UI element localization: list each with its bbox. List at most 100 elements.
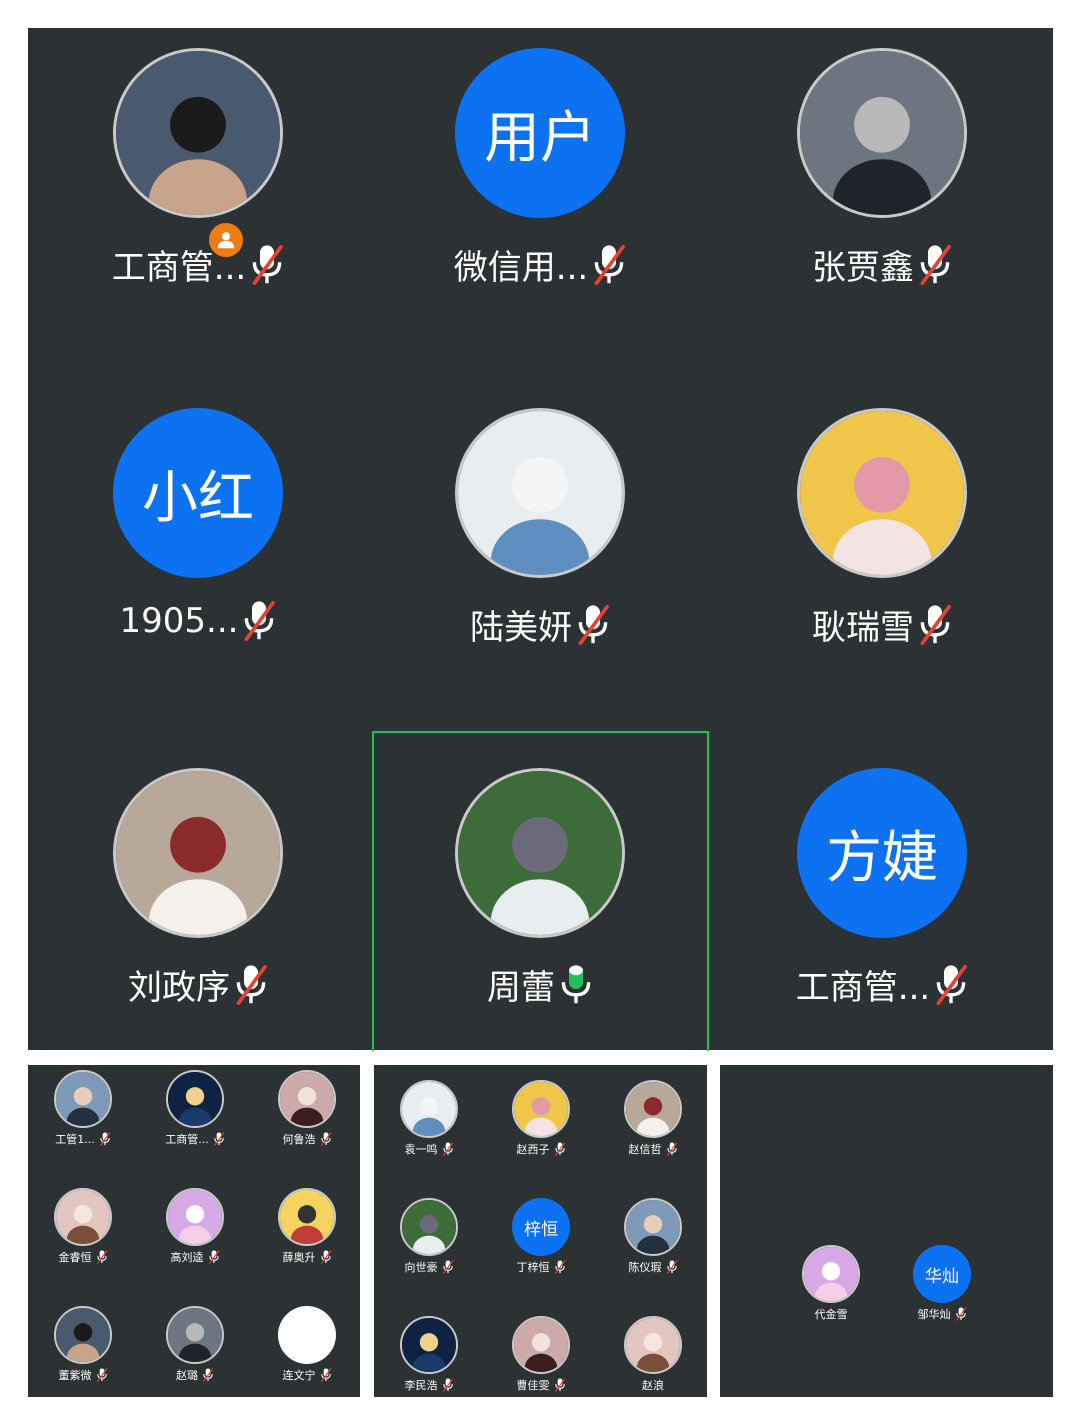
participant-tile[interactable]: 何鲁浩: [252, 1065, 362, 1183]
mic-muted-icon: [554, 1142, 566, 1156]
participant-name-row: 李民浩: [374, 1377, 484, 1393]
mic-muted-icon: [442, 1142, 454, 1156]
participant-tile[interactable]: 刘政序: [28, 748, 368, 1108]
text-avatar: 方婕: [797, 768, 967, 938]
mic-muted-icon: [202, 1368, 214, 1382]
participant-name-row: 何鲁浩: [252, 1131, 362, 1147]
participant-name-row: 赵西子: [486, 1141, 596, 1157]
participant-name: 何鲁浩: [282, 1133, 316, 1146]
participant-name: 代金雪: [814, 1308, 848, 1321]
photo-avatar: [113, 48, 283, 218]
participant-name: 董紫微: [58, 1369, 92, 1382]
participant-name: 邹华灿: [917, 1308, 951, 1321]
photo-avatar: [166, 1188, 224, 1246]
participant-name-row: 代金雪: [776, 1306, 886, 1322]
participant-tile[interactable]: 薛奥升: [252, 1183, 362, 1301]
participant-tile[interactable]: 赵信哲: [598, 1075, 708, 1193]
participant-name-row: 工商管...: [28, 240, 368, 289]
participant-name: 赵西子: [516, 1143, 550, 1156]
photo-avatar: [624, 1316, 682, 1374]
participant-name-row: 高刘逵: [140, 1249, 250, 1265]
participant-tile[interactable]: 小红 1905...: [28, 388, 368, 748]
photo-avatar: [400, 1198, 458, 1256]
participant-tile[interactable]: 董紫微: [28, 1301, 138, 1419]
participant-tile[interactable]: 方婕 工商管...: [712, 748, 1052, 1108]
participant-name-row: 赵璐: [140, 1367, 250, 1383]
participant-name: 向世豪: [404, 1261, 438, 1274]
participant-tile[interactable]: 用户 微信用...: [370, 28, 710, 388]
mic-muted-icon: [554, 1378, 566, 1392]
participant-tile[interactable]: 袁一鸣: [374, 1075, 484, 1193]
mic-muted-icon: [213, 1132, 225, 1146]
mic-muted-icon: [96, 1368, 108, 1382]
participant-name: 工商管...: [111, 248, 247, 288]
participant-name-row: 邹华灿: [887, 1306, 997, 1322]
participant-name: 李民浩: [404, 1379, 438, 1392]
participant-name-row: 董紫微: [28, 1367, 138, 1383]
mic-muted-icon: [592, 244, 626, 286]
photo-avatar: [54, 1306, 112, 1364]
participant-tile[interactable]: 工商管...: [140, 1065, 250, 1183]
participant-name-row: 陈仪瑕: [598, 1259, 708, 1275]
participant-tile[interactable]: 工商管...: [28, 28, 368, 388]
photo-avatar: [278, 1070, 336, 1128]
participant-tile[interactable]: 梓恒 丁梓恒: [486, 1193, 596, 1311]
participant-tile[interactable]: 张贾鑫: [712, 28, 1052, 388]
participant-name-row: 耿瑞雪: [712, 600, 1052, 649]
photo-avatar: [512, 1080, 570, 1138]
text-avatar: 华灿: [913, 1245, 971, 1303]
participant-name: 刘政序: [128, 968, 230, 1008]
participant-tile[interactable]: 耿瑞雪: [712, 388, 1052, 748]
participant-name: 工管1...: [55, 1133, 95, 1146]
participant-tile[interactable]: 代金雪: [776, 1240, 886, 1358]
blank-avatar: [278, 1306, 336, 1364]
mic-muted-icon: [96, 1250, 108, 1264]
mic-muted-icon: [442, 1260, 454, 1274]
photo-avatar: [166, 1306, 224, 1364]
participant-name: 赵璐: [176, 1369, 198, 1382]
mic-muted-icon: [234, 964, 268, 1006]
participant-name-row: 连文宁: [252, 1367, 362, 1383]
photo-avatar: [54, 1070, 112, 1128]
participant-tile[interactable]: 赵浪: [598, 1311, 708, 1424]
participant-tile[interactable]: 工管1...: [28, 1065, 138, 1183]
participant-page-1: 工管1... 工商管... 何鲁浩金睿恒 高刘逵 薛奥升董紫微 赵璐 连文宁: [28, 1065, 360, 1397]
participant-name-row: 刘政序: [28, 960, 368, 1009]
participant-tile[interactable]: 李民浩: [374, 1311, 484, 1424]
mic-muted-icon: [955, 1307, 967, 1321]
participant-tile[interactable]: 高刘逵: [140, 1183, 250, 1301]
active-speaker-highlight: [372, 731, 709, 1051]
participant-tile[interactable]: 陆美妍: [370, 388, 710, 748]
participant-name-row: 曹佳雯: [486, 1377, 596, 1393]
participant-tile[interactable]: 赵西子: [486, 1075, 596, 1193]
participant-tile[interactable]: 华灿邹华灿: [887, 1240, 997, 1358]
photo-avatar: [512, 1316, 570, 1374]
participant-name: 连文宁: [282, 1369, 316, 1382]
photo-avatar: [797, 408, 967, 578]
participant-name-row: 赵浪: [598, 1377, 708, 1393]
photo-avatar: [400, 1080, 458, 1138]
participant-name: 曹佳雯: [516, 1379, 550, 1392]
participant-tile[interactable]: 连文宁: [252, 1301, 362, 1419]
participant-page-2: 袁一鸣 赵西子 赵信哲向世豪 梓恒 丁梓恒 陈仪瑕李民浩 曹佳雯 赵浪: [374, 1065, 707, 1397]
participant-name: 袁一鸣: [404, 1143, 438, 1156]
mic-muted-icon: [320, 1132, 332, 1146]
participant-name: 张贾鑫: [812, 248, 914, 288]
participant-page-3: 代金雪 华灿邹华灿: [720, 1065, 1053, 1397]
mic-muted-icon: [666, 1142, 678, 1156]
mic-muted-icon: [666, 1260, 678, 1274]
participant-name-row: 赵信哲: [598, 1141, 708, 1157]
photo-avatar: [624, 1080, 682, 1138]
participant-tile[interactable]: 陈仪瑕: [598, 1193, 708, 1311]
participant-tile[interactable]: 曹佳雯: [486, 1311, 596, 1424]
participant-name: 陆美妍: [470, 608, 572, 648]
mic-muted-icon: [242, 600, 276, 642]
participant-tile[interactable]: 赵璐: [140, 1301, 250, 1419]
participant-name-row: 张贾鑫: [712, 240, 1052, 289]
participant-tile[interactable]: 向世豪: [374, 1193, 484, 1311]
participant-name-row: 1905...: [28, 600, 368, 642]
photo-avatar: [802, 1245, 860, 1303]
mic-muted-icon: [320, 1250, 332, 1264]
mic-muted-icon: [320, 1368, 332, 1382]
participant-tile[interactable]: 金睿恒: [28, 1183, 138, 1301]
